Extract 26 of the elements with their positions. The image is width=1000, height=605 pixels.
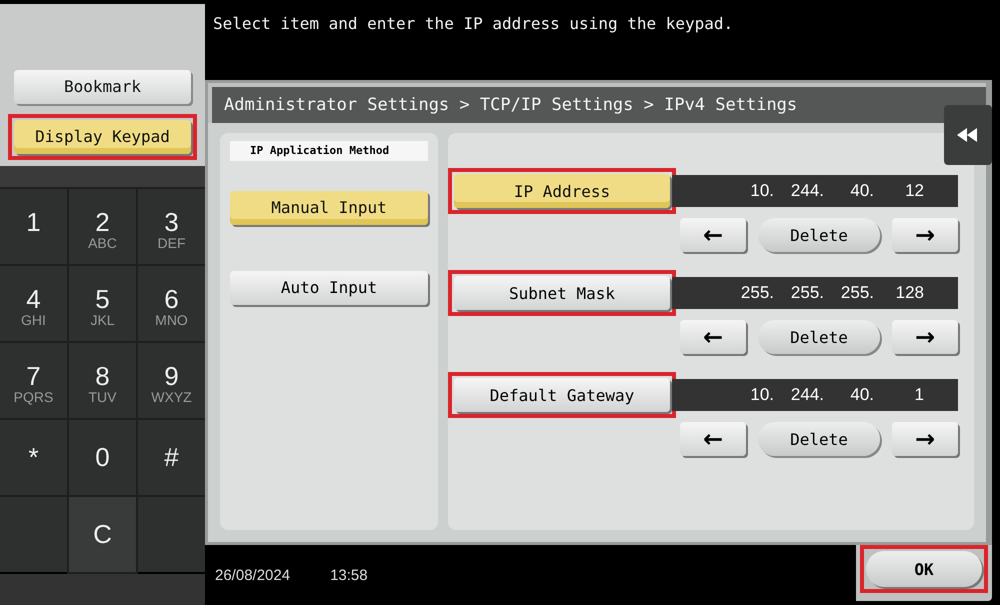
- right-arrow-button[interactable]: →: [892, 218, 958, 252]
- side-button[interactable]: Bookmark: [14, 70, 191, 104]
- field-button[interactable]: Subnet Mask: [454, 276, 670, 310]
- delete-button[interactable]: Delete: [758, 422, 880, 456]
- method-label: IP Application Method: [230, 141, 428, 161]
- left-arrow-button[interactable]: ←: [680, 218, 746, 252]
- instruction-text: Select item and enter the IP address using the keypad.: [212, 13, 734, 35]
- right-arrow-button[interactable]: →: [892, 320, 958, 354]
- delete-button[interactable]: Delete: [758, 320, 880, 354]
- address-field[interactable]: 10. 244. 40. 12: [672, 175, 958, 207]
- side-button[interactable]: Display Keypad: [14, 120, 191, 154]
- address-field[interactable]: 255. 255. 255. 128: [672, 277, 958, 309]
- field-button[interactable]: IP Address: [454, 174, 670, 208]
- left-arrow-button[interactable]: ←: [680, 422, 746, 456]
- method-option[interactable]: Manual Input: [230, 190, 428, 225]
- delete-button[interactable]: Delete: [758, 218, 880, 252]
- address-field[interactable]: 10. 244. 40. 1: [672, 379, 958, 411]
- time-text: 13:58: [330, 566, 368, 584]
- left-arrow-button[interactable]: ←: [680, 320, 746, 354]
- date-text: 26/08/2024: [215, 566, 290, 584]
- ok-button[interactable]: OK: [866, 551, 982, 587]
- right-arrow-button[interactable]: →: [892, 422, 958, 456]
- keypad-key[interactable]: C: [69, 496, 136, 572]
- field-button[interactable]: Default Gateway: [454, 378, 670, 412]
- method-option[interactable]: Auto Input: [230, 270, 428, 305]
- breadcrumb: Administrator Settings > TCP/IP Settings > IPv4 Settings: [212, 87, 986, 123]
